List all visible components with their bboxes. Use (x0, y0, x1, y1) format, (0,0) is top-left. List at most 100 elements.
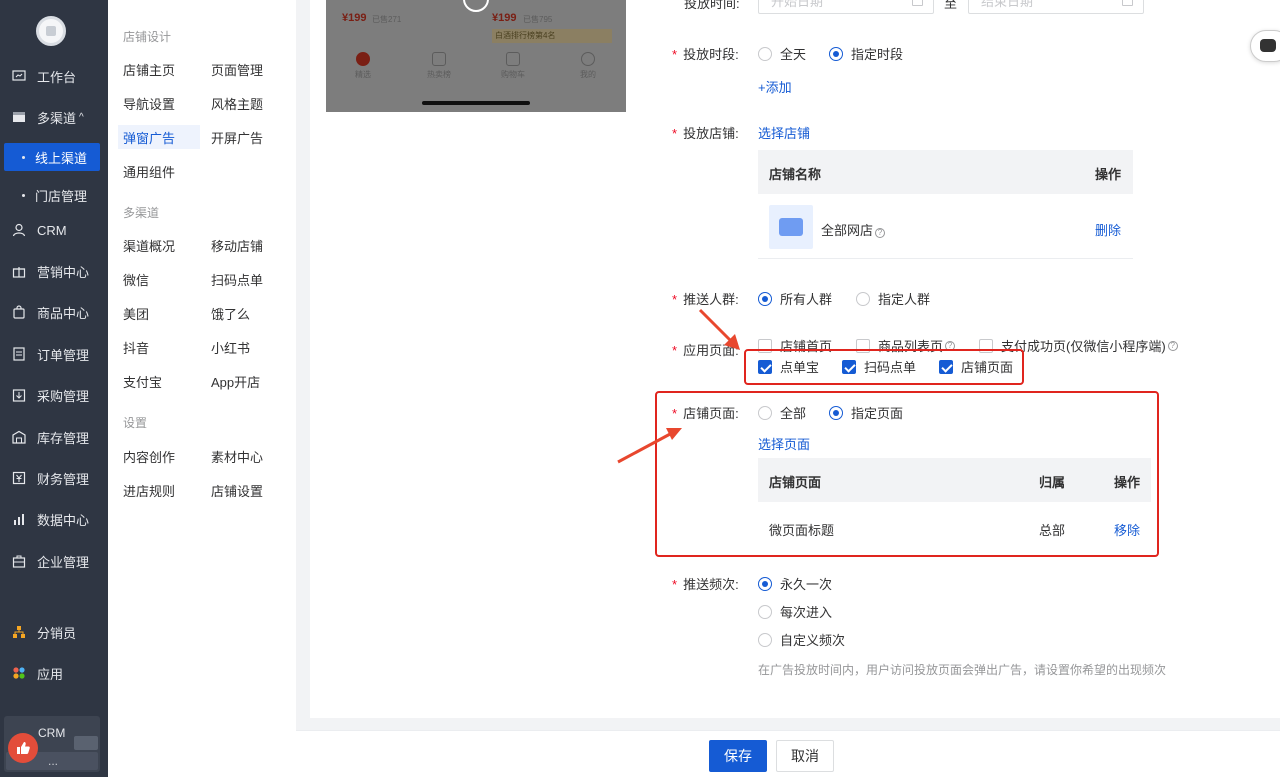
sidebar-subitem-label: 线上渠道 (35, 150, 88, 166)
sidebar-item-label: 工作台 (37, 69, 77, 85)
annotation-box-pages (744, 349, 1024, 385)
sidebar-item-multichannel[interactable]: 多渠道 ^ (0, 103, 108, 131)
nav-link-xiaohongshu[interactable]: 小红书 (211, 335, 250, 359)
sidebar-item-data[interactable]: 数据中心 (0, 505, 108, 533)
sidebar-item-label: 库存管理 (37, 430, 90, 446)
purchase-icon (12, 388, 26, 402)
crm-switcher-more: ... (48, 754, 59, 768)
calendar-icon (1122, 0, 1133, 6)
schedule-time-label: 投放时间: (684, 0, 740, 11)
period-all-day-radio[interactable]: 全天 (758, 44, 806, 63)
end-date-input[interactable]: 结束日期 (968, 0, 1144, 14)
sidebar-item-label: 财务管理 (37, 471, 90, 487)
sidebar-item-products[interactable]: 商品中心 (0, 298, 108, 326)
nav-link-store-settings[interactable]: 店铺设置 (211, 478, 263, 502)
period-specified-radio[interactable]: 指定时段 (829, 44, 903, 63)
crowd-all-radio[interactable]: 所有人群 (758, 289, 832, 308)
help-icon: ? (875, 228, 886, 238)
annotation-arrow-icon (698, 308, 740, 350)
nav-link-app-store[interactable]: App开店 (211, 369, 260, 393)
freq-every-entry-radio[interactable]: 每次进入 (758, 602, 832, 621)
sidebar-item-label: 分销员 (37, 625, 77, 641)
sidebar-item-crm[interactable]: CRM (0, 216, 108, 244)
user-icon (12, 223, 26, 237)
nav-link-entry-rules[interactable]: 进店规则 (123, 478, 175, 502)
nav-link-meituan[interactable]: 美团 (123, 301, 149, 325)
schedule-period-label: * 投放时段: (672, 47, 739, 62)
nav-link-alipay[interactable]: 支付宝 (123, 369, 162, 393)
sidebar-item-enterprise[interactable]: 企业管理 (0, 547, 108, 575)
freq-once-radio[interactable]: 永久一次 (758, 574, 832, 593)
nav-link-popup-ad[interactable]: 弹窗广告 (118, 125, 200, 149)
nav-link-page-management[interactable]: 页面管理 (211, 57, 263, 81)
sidebar-item-workbench[interactable]: 工作台 (0, 62, 108, 90)
thumbs-up-icon[interactable] (8, 733, 38, 763)
dashboard-icon (12, 69, 26, 83)
preview-price: ¥199 (492, 12, 517, 24)
nav-link-wechat[interactable]: 微信 (123, 267, 149, 291)
start-date-input[interactable]: 开始日期 (758, 0, 934, 14)
chevron-up-icon: ^ (79, 111, 84, 123)
shop-logo[interactable] (36, 16, 66, 46)
sidebar-item-distributor[interactable]: 分销员 (0, 618, 108, 646)
bullet-icon (22, 155, 25, 159)
sidebar-item-label: 多渠道 (37, 110, 77, 126)
order-icon (12, 347, 26, 361)
sidebar-item-label: 订单管理 (37, 347, 90, 363)
preview-rank-badge: 白酒排行榜第4名 (492, 29, 612, 43)
finance-icon (12, 471, 26, 485)
sidebar-item-finance[interactable]: 财务管理 (0, 464, 108, 492)
cancel-button[interactable]: 取消 (776, 740, 834, 772)
distributor-icon (12, 625, 26, 639)
freq-custom-radio[interactable]: 自定义频次 (758, 630, 845, 649)
nav-group-title: 多渠道 (123, 206, 160, 220)
assistant-float-button[interactable] (1250, 30, 1280, 62)
nav-link-navigation-settings[interactable]: 导航设置 (123, 91, 175, 115)
annotation-arrow-icon (617, 428, 682, 464)
crowd-specified-radio[interactable]: 指定人群 (856, 289, 930, 308)
add-period-link[interactable]: +添加 (758, 77, 792, 96)
sidebar-item-marketing[interactable]: 营销中心 (0, 257, 108, 285)
warehouse-icon (12, 430, 26, 444)
nav-link-douyin[interactable]: 抖音 (123, 335, 149, 359)
nav-link-shop-home[interactable]: 店铺主页 (123, 57, 175, 81)
sidebar-item-label: 营销中心 (37, 264, 90, 280)
sidebar-item-label: 应用 (37, 666, 64, 682)
preview-price: ¥199 (342, 12, 367, 24)
sidebar-item-inventory[interactable]: 库存管理 (0, 423, 108, 451)
enterprise-icon (12, 554, 26, 568)
calendar-icon (912, 0, 923, 6)
home-indicator (422, 101, 530, 105)
nav-link-material-center[interactable]: 素材中心 (211, 444, 263, 468)
preview-tab-hot: 热卖榜 (419, 52, 459, 80)
save-button[interactable]: 保存 (709, 740, 767, 772)
gift-icon (12, 264, 26, 278)
nav-link-content-creation[interactable]: 内容创作 (123, 444, 175, 468)
apps-icon (12, 666, 26, 680)
nav-link-eleme[interactable]: 饿了么 (211, 301, 250, 325)
bag-icon (12, 305, 26, 319)
delete-store-link[interactable]: 删除 (1095, 220, 1121, 239)
sidebar-item-label: 商品中心 (37, 305, 90, 321)
schedule-store-label: * 投放店铺: (672, 126, 739, 141)
preview-tab-me: 我的 (568, 52, 608, 80)
nav-link-scan-order[interactable]: 扫码点单 (211, 267, 263, 291)
select-store-link[interactable]: 选择店铺 (758, 123, 810, 142)
sidebar-subitem-store-management[interactable]: 门店管理 (0, 181, 108, 209)
avatar[interactable] (74, 736, 98, 750)
sidebar-item-orders[interactable]: 订单管理 (0, 340, 108, 368)
sidebar-item-purchase[interactable]: 采购管理 (0, 381, 108, 409)
nav-link-channel-overview[interactable]: 渠道概况 (123, 233, 175, 257)
nav-link-style-theme[interactable]: 风格主题 (211, 91, 263, 115)
sidebar-subitem-online-channel[interactable]: 线上渠道 (4, 143, 100, 171)
sidebar-item-label: 企业管理 (37, 554, 90, 570)
sidebar-item-apps[interactable]: 应用 (0, 659, 108, 687)
store-table-col-op: 操作 (1095, 167, 1122, 182)
phone-preview: ¥199 已售271 ¥199 已售795 白酒排行榜第4名 精选 热卖榜 购物… (326, 0, 626, 112)
nav-group-title: 设置 (123, 416, 148, 430)
nav-link-splash-ad[interactable]: 开屏广告 (211, 125, 263, 149)
preview-sold: 已售795 (523, 15, 553, 24)
nav-link-mobile-store[interactable]: 移动店铺 (211, 233, 263, 257)
footer-action-bar: 保存 取消 (296, 730, 1280, 777)
nav-link-common-components[interactable]: 通用组件 (123, 159, 175, 183)
